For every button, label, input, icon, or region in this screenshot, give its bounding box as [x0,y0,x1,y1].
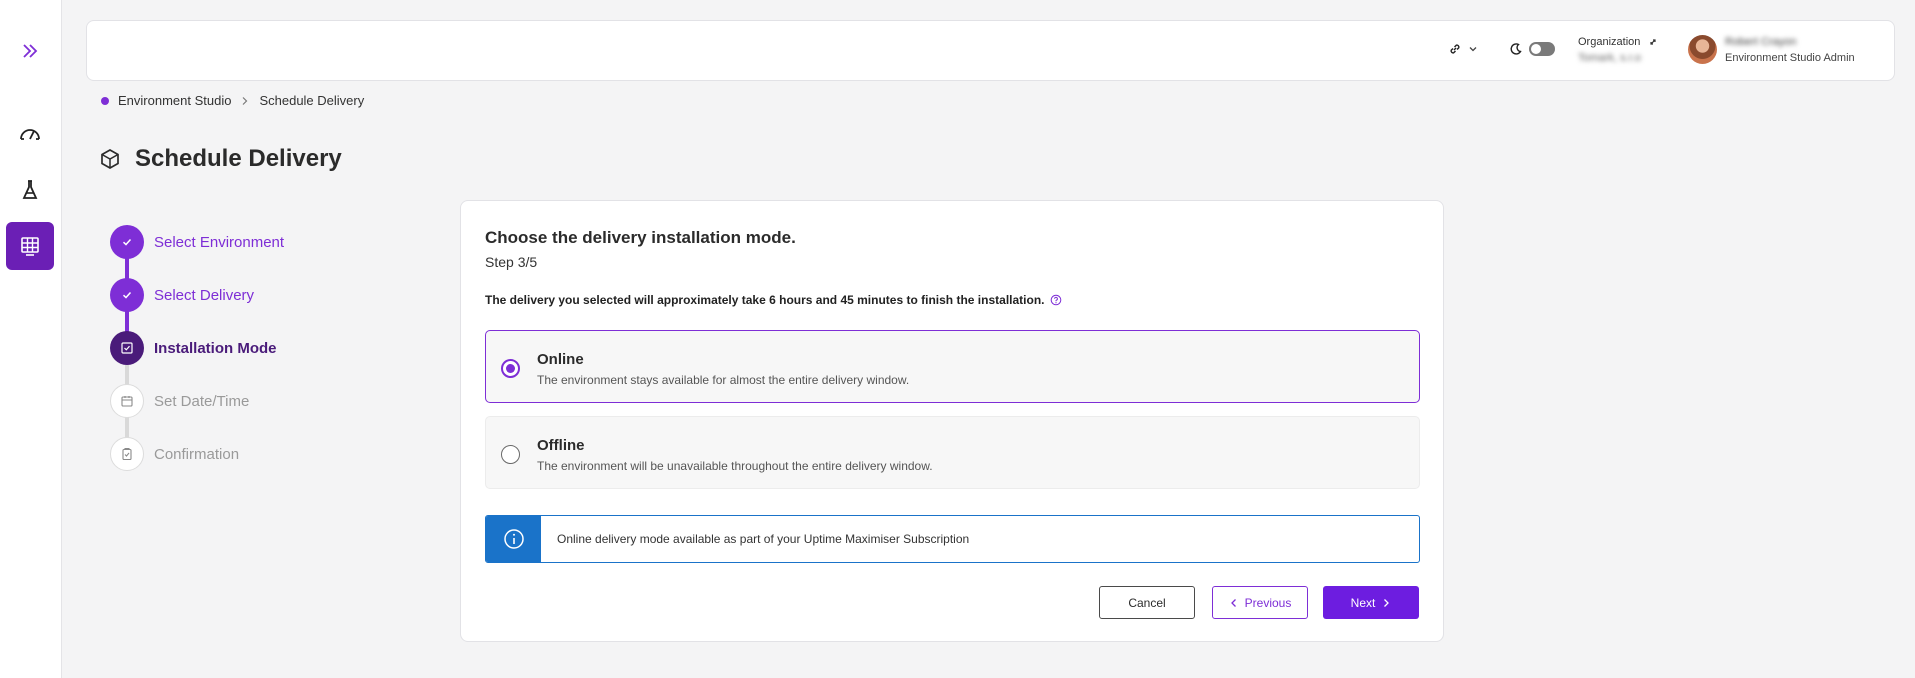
option-title: Online [537,351,584,368]
check-icon [122,238,132,246]
sidebar [0,0,62,678]
card-title: Choose the delivery installation mode. [485,228,796,247]
links-menu-button[interactable] [1448,42,1478,56]
avatar [1688,35,1717,64]
organization-switcher[interactable]: Organization Tomark, s.r.o [1578,36,1658,64]
next-button[interactable]: Next [1323,586,1419,619]
step-select-delivery[interactable]: Select Delivery [110,278,370,312]
link-icon [1450,44,1460,54]
cancel-label: Cancel [1128,595,1166,610]
installation-mode-icon [121,342,133,354]
organization-value: Tomark, s.r.o [1578,52,1641,64]
step-installation-mode[interactable]: Installation Mode [110,331,370,365]
organization-label: Organization [1578,36,1641,48]
chevron-down-icon [1469,47,1477,52]
chevron-right-icon [1384,598,1390,607]
double-chevron-right-icon [23,44,38,58]
top-bar: Organization Tomark, s.r.o Robert Crayon… [86,20,1895,81]
info-icon [486,516,541,562]
check-icon [122,291,132,299]
user-role: Environment Studio Admin [1725,51,1855,64]
step-counter: Step 3/5 [485,254,538,270]
chevron-right-icon [241,96,249,106]
sidebar-item-deliveries[interactable] [6,166,54,214]
next-label: Next [1350,595,1376,610]
flask-icon [22,180,38,199]
step-complete-indicator [110,225,144,259]
breadcrumb-dot-icon [101,96,109,105]
step-pending-indicator [110,437,144,471]
calendar-icon [121,396,133,407]
option-description: The environment stays available for almo… [537,373,910,387]
duration-info: The delivery you selected will approxima… [485,293,1062,307]
page-header: Schedule Delivery [99,145,342,173]
step-complete-indicator [110,278,144,312]
previous-button[interactable]: Previous [1212,586,1308,619]
option-title: Offline [537,437,585,454]
step-label: Select Environment [154,233,285,251]
option-description: The environment will be unavailable thro… [537,459,933,473]
subscription-notice: Online delivery mode available as part o… [485,515,1420,563]
theme-toggle[interactable] [1509,42,1555,56]
theme-switch[interactable] [1529,42,1555,56]
previous-label: Previous [1244,595,1292,610]
online-radio[interactable] [501,359,520,378]
offline-radio[interactable] [501,445,520,464]
chevron-left-icon [1230,598,1236,607]
swap-icon [1650,39,1656,45]
clipboard-check-icon [122,447,132,461]
page-title: Schedule Delivery [135,145,342,172]
notice-text: Online delivery mode available as part o… [557,532,970,546]
expand-sidebar-button[interactable] [6,27,54,75]
option-online[interactable]: Online The environment stays available f… [485,330,1420,403]
breadcrumb-root-link[interactable]: Environment Studio [118,93,231,108]
breadcrumb-current: Schedule Delivery [259,93,365,108]
step-label: Set Date/Time [154,392,250,410]
step-current-indicator [110,331,144,365]
breadcrumb: Environment Studio Schedule Delivery [101,93,364,108]
gauge-icon [20,129,40,140]
step-label: Select Delivery [154,286,255,304]
duration-info-text: The delivery you selected will approxima… [485,293,1045,307]
cancel-button[interactable]: Cancel [1099,586,1195,619]
environment-grid-icon [21,237,39,256]
package-icon [101,149,119,169]
user-menu[interactable]: Robert Crayon Environment Studio Admin [1688,35,1855,64]
moon-icon [1510,43,1522,55]
user-name: Robert Crayon [1725,35,1797,48]
step-pending-indicator [110,384,144,418]
step-select-environment[interactable]: Select Environment [110,225,370,259]
step-set-date-time[interactable]: Set Date/Time [110,384,370,418]
option-offline[interactable]: Offline The environment will be unavaila… [485,416,1420,489]
sidebar-item-dashboard[interactable] [6,110,54,158]
step-label: Confirmation [154,445,240,463]
installation-mode-card: Choose the delivery installation mode. S… [460,200,1444,642]
sidebar-item-environment-studio[interactable] [6,222,54,270]
step-label: Installation Mode [154,339,277,357]
step-confirmation[interactable]: Confirmation [110,437,370,471]
help-icon[interactable] [1050,294,1062,306]
